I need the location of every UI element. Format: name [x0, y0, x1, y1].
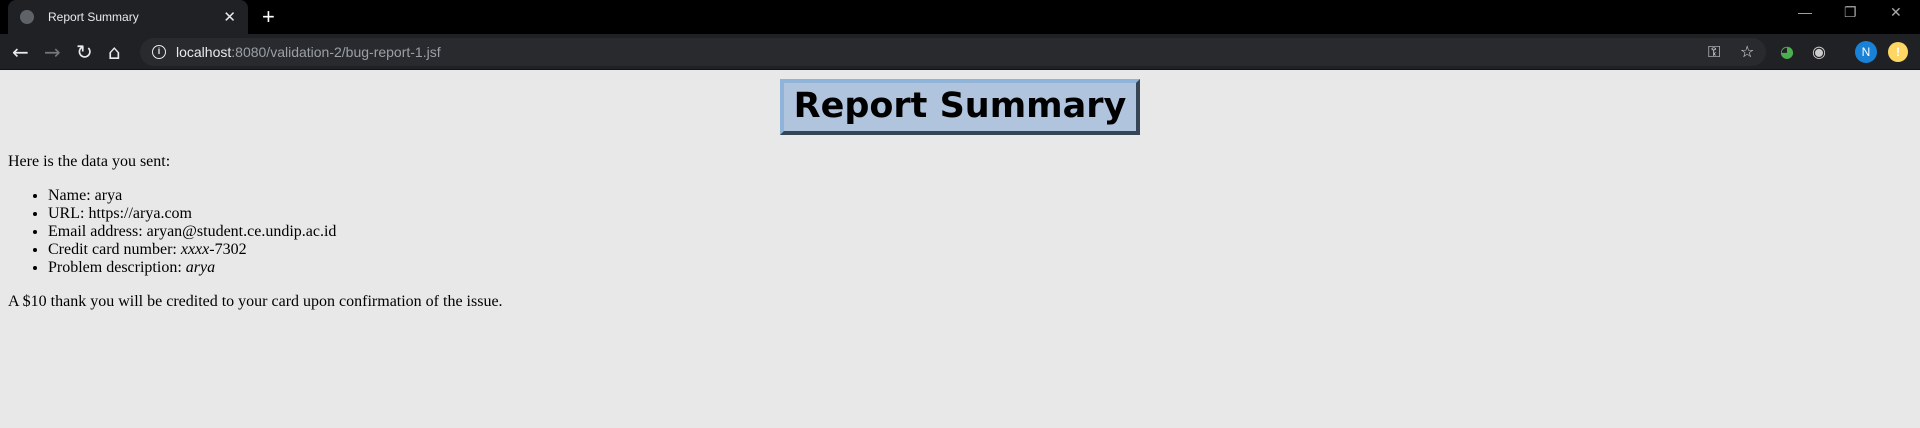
home-icon[interactable]: ⌂ [108, 40, 121, 64]
forward-icon[interactable]: → [44, 40, 61, 64]
key-icon[interactable]: ⚿ [1708, 42, 1720, 62]
page-content: Report Summary Here is the data you sent… [0, 70, 1920, 311]
item-label: Name: [48, 187, 95, 204]
intro-text: Here is the data you sent: [8, 153, 171, 170]
list-item-name: Name: arya [48, 187, 1912, 205]
url-path: :8080/validation-2/bug-report-1.jsf [231, 44, 441, 60]
tab-title: Report Summary [48, 10, 139, 24]
list-item-problem: Problem description: arya [48, 259, 1912, 277]
extension-download-icon[interactable]: ◕ [1780, 42, 1794, 61]
profile-avatar[interactable]: N [1855, 41, 1877, 63]
info-icon[interactable]: i [152, 45, 166, 59]
close-tab-icon[interactable]: ✕ [223, 8, 236, 26]
closing-text: A $10 thank you will be credited to your… [8, 293, 503, 310]
update-alert-icon[interactable]: ! [1888, 42, 1908, 62]
item-value-masked: xxxx [180, 241, 210, 258]
list-item-url: URL: https://arya.com [48, 205, 1912, 223]
item-value: -7302 [209, 241, 247, 258]
toolbar: ← → ↻ ⌂ i localhost :8080/validation-2/b… [0, 34, 1920, 70]
back-icon[interactable]: ← [12, 40, 29, 64]
star-icon[interactable]: ☆ [1740, 42, 1754, 61]
page-title: Report Summary [779, 79, 1141, 135]
restore-button[interactable]: ❐ [1844, 4, 1857, 21]
url-host: localhost [176, 44, 232, 60]
reload-icon[interactable]: ↻ [76, 40, 93, 64]
tab-bar: Report Summary ✕ + — ❐ ✕ [0, 0, 1920, 34]
item-label: Credit card number: [48, 241, 181, 258]
item-value: https://arya.com [88, 205, 192, 222]
tab-report-summary[interactable]: Report Summary ✕ [8, 0, 248, 34]
data-list: Name: arya URL: https://arya.com Email a… [48, 187, 1912, 277]
minimize-button[interactable]: — [1798, 4, 1812, 20]
item-label: Problem description: [48, 259, 186, 276]
item-label: Email address: [48, 223, 147, 240]
list-item-email: Email address: aryan@student.ce.undip.ac… [48, 223, 1912, 241]
item-value: arya [94, 187, 123, 204]
close-window-button[interactable]: ✕ [1890, 4, 1902, 21]
globe-icon [20, 10, 34, 24]
address-bar[interactable]: i localhost :8080/validation-2/bug-repor… [140, 38, 1766, 66]
extension-circle-icon[interactable]: ◉ [1812, 42, 1826, 61]
new-tab-button[interactable]: + [262, 4, 275, 30]
list-item-credit-card: Credit card number: xxxx-7302 [48, 241, 1912, 259]
item-label: URL: [48, 205, 89, 222]
item-value: aryan@student.ce.undip.ac.id [146, 223, 337, 240]
item-value: arya [185, 259, 216, 276]
